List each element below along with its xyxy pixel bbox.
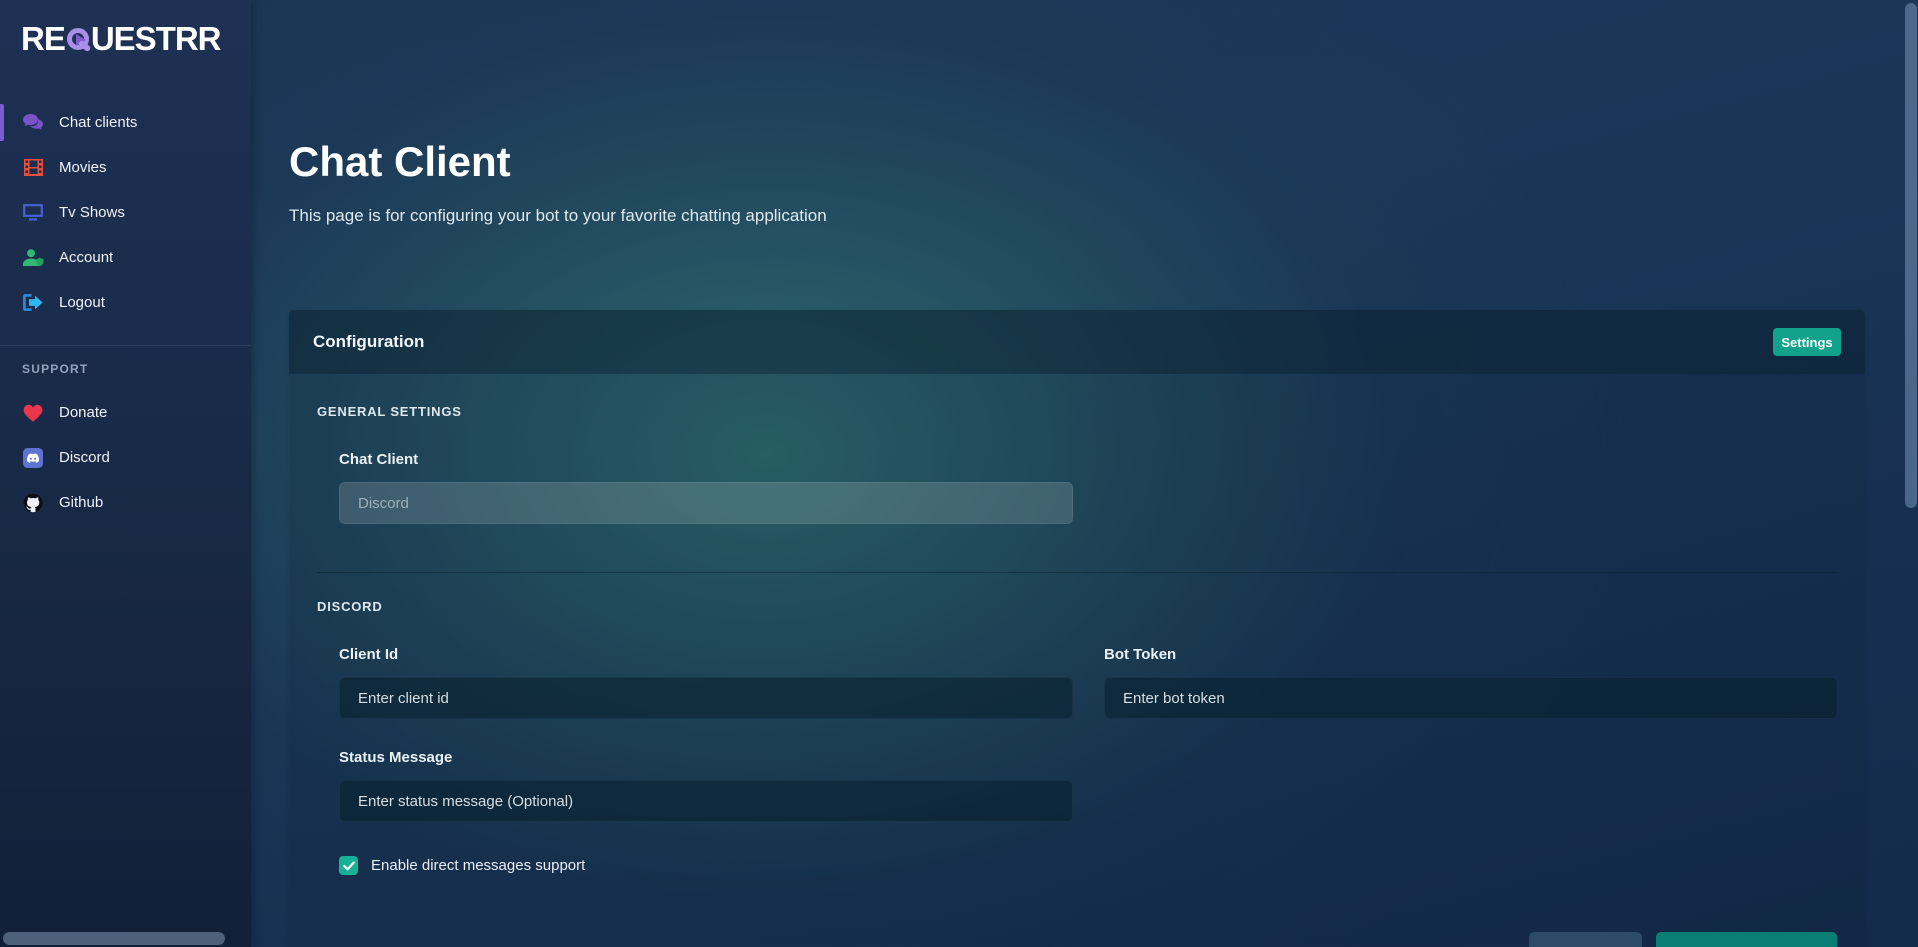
chat-client-select [339,482,1073,524]
dm-support-label: Enable direct messages support [371,857,585,874]
sidebar-item-label: Chat clients [59,114,137,131]
chat-bubbles-icon [22,114,44,131]
card-actions [317,932,1837,947]
sidebar-item-label: Discord [59,449,110,466]
sidebar-item-movies[interactable]: Movies [0,145,251,190]
bot-token-field: Bot Token [1104,646,1838,719]
page-subtitle: This page is for configuring your bot to… [289,206,1918,226]
sidebar-item-github[interactable]: Github [0,480,251,525]
dm-support-checkbox-row[interactable]: Enable direct messages support [339,856,1837,875]
client-id-input[interactable] [339,677,1073,719]
status-message-label: Status Message [339,749,1073,766]
main-content: Chat Client This page is for configuring… [251,0,1918,947]
primary-nav: Chat clients Movies Tv Shows Account Log… [0,100,251,325]
film-icon [22,159,44,176]
status-message-field: Status Message [339,749,1073,822]
sidebar-item-label: Github [59,494,103,511]
sidebar-item-logout[interactable]: Logout [0,280,251,325]
discord-icon [22,448,44,468]
sidebar-item-discord[interactable]: Discord [0,435,251,480]
sidebar-item-label: Donate [59,404,107,421]
configuration-card-body: GENERAL SETTINGS Chat Client DISCORD Cli… [289,374,1865,947]
status-message-input[interactable] [339,780,1073,822]
chat-client-label: Chat Client [339,451,1073,468]
general-settings-section: GENERAL SETTINGS Chat Client [317,404,1837,524]
bot-token-input[interactable] [1104,677,1838,719]
sidebar: RE UESTRR Chat clients Movies Tv Shows Ac… [0,0,251,947]
logo-q-magnifier-play-icon [67,28,89,50]
client-id-label: Client Id [339,646,1073,663]
sidebar-item-label: Tv Shows [59,204,125,221]
support-section-header: SUPPORT [22,362,251,376]
bot-token-label: Bot Token [1104,646,1838,663]
logo-text-post: UESTRR [91,20,221,58]
primary-action-button[interactable] [1656,932,1837,947]
settings-button[interactable]: Settings [1773,328,1841,356]
horizontal-scrollbar-thumb[interactable] [3,932,225,945]
client-id-field: Client Id [339,646,1073,719]
sidebar-item-label: Logout [59,294,105,311]
github-icon [22,493,44,513]
sidebar-item-label: Account [59,249,113,266]
heart-icon [22,404,44,422]
configuration-title: Configuration [313,332,424,352]
chat-client-field: Chat Client [339,451,1073,524]
configuration-card: Configuration Settings GENERAL SETTINGS … [289,310,1865,947]
discord-section-header: DISCORD [317,599,1837,614]
configuration-card-header: Configuration Settings [289,310,1865,374]
logo-text-pre: RE [21,20,65,58]
vertical-scrollbar-thumb[interactable] [1905,3,1917,508]
page-title: Chat Client [289,138,1918,186]
app-logo[interactable]: RE UESTRR [0,0,251,64]
sidebar-divider [0,345,251,346]
sidebar-item-chat-clients[interactable]: Chat clients [0,100,251,145]
sign-out-icon [22,294,44,311]
sidebar-item-account[interactable]: Account [0,235,251,280]
sidebar-item-label: Movies [59,159,107,176]
dm-support-checkbox-checked[interactable] [339,856,358,875]
discord-section: DISCORD Client Id Bot Token Status Messa… [317,573,1837,875]
support-nav: Donate Discord Github [0,390,251,525]
tv-monitor-icon [22,204,44,221]
sidebar-item-donate[interactable]: Donate [0,390,251,435]
general-settings-header: GENERAL SETTINGS [317,404,1837,419]
secondary-action-button[interactable] [1529,932,1642,947]
sidebar-item-tv-shows[interactable]: Tv Shows [0,190,251,235]
user-shield-icon [22,249,44,266]
